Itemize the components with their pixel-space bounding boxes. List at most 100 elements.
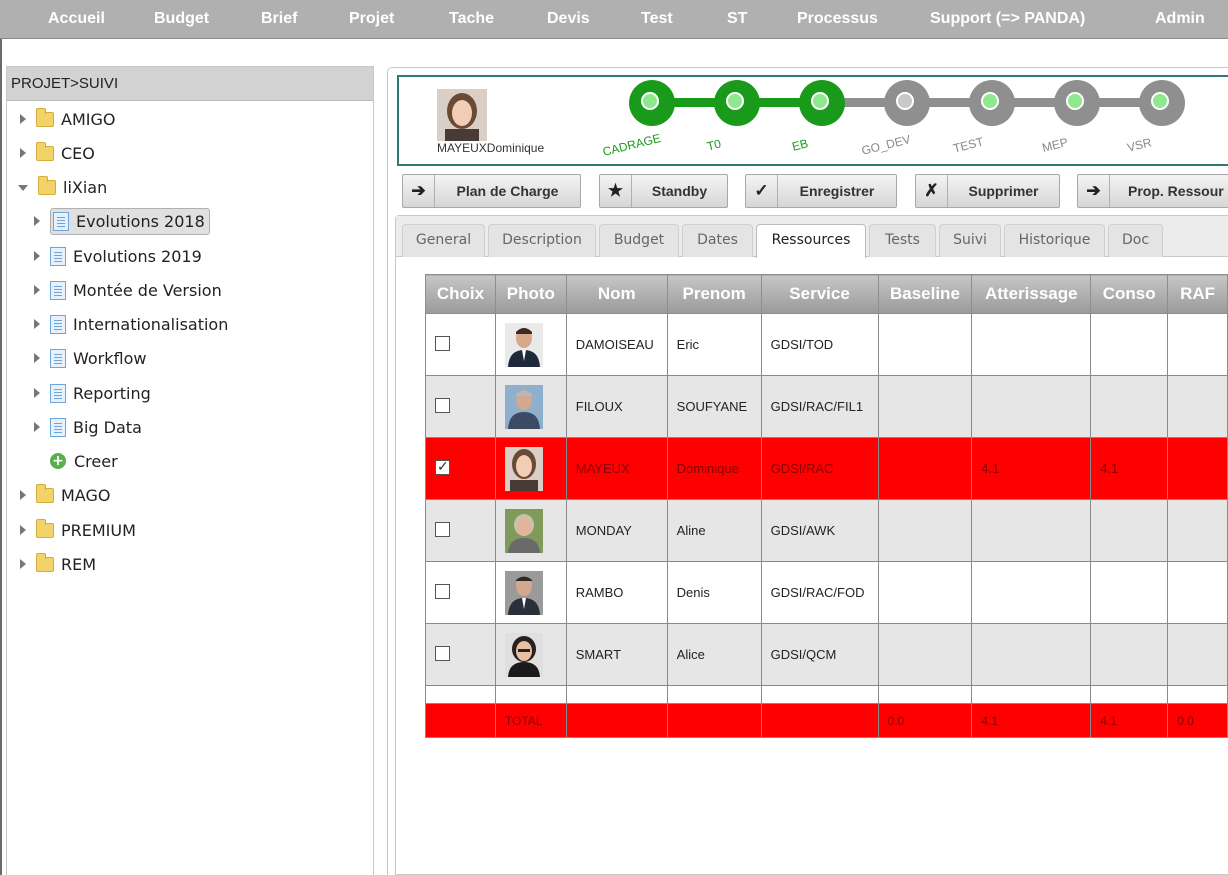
tab-ressources[interactable]: Ressources xyxy=(756,224,866,258)
collapse-arrow-icon[interactable] xyxy=(18,185,28,191)
total-baseline: 0.0 xyxy=(877,703,973,738)
tree-item-mago[interactable]: MAGO xyxy=(20,480,110,510)
tree-item-workflow[interactable]: Workflow xyxy=(34,343,146,373)
nav-devis[interactable]: Devis xyxy=(547,10,590,28)
column-header-prenom[interactable]: Prenom xyxy=(666,274,762,314)
nav-processus[interactable]: Processus xyxy=(797,10,878,28)
tree-item-evolutions-2018[interactable]: Evolutions 2018 xyxy=(34,206,210,236)
service-cell: GDSI/RAC xyxy=(760,437,879,500)
workflow-step-test[interactable] xyxy=(969,80,1015,126)
column-header-baseline[interactable]: Baseline xyxy=(877,274,973,314)
tree-item-rem[interactable]: REM xyxy=(20,549,96,579)
tab-budget[interactable]: Budget xyxy=(599,224,679,257)
expand-arrow-icon[interactable] xyxy=(34,285,40,295)
tree-item-evolutions-2019[interactable]: Evolutions 2019 xyxy=(34,241,202,271)
expand-arrow-icon[interactable] xyxy=(20,490,26,500)
expand-arrow-icon[interactable] xyxy=(20,525,26,535)
photo-cell xyxy=(494,499,567,562)
column-header-conso[interactable]: Conso xyxy=(1090,274,1169,314)
expand-arrow-icon[interactable] xyxy=(34,422,40,432)
folder-icon xyxy=(38,175,56,195)
tab-suivi[interactable]: Suivi xyxy=(939,224,1001,257)
expand-arrow-icon[interactable] xyxy=(20,114,26,124)
column-header-choix[interactable]: Choix xyxy=(425,274,496,314)
select-checkbox[interactable] xyxy=(435,458,450,475)
expand-arrow-icon[interactable] xyxy=(34,251,40,261)
plan-de-charge-button[interactable]: ➔ Plan de Charge xyxy=(402,174,581,208)
select-checkbox[interactable] xyxy=(435,335,450,351)
prop-ressources-button[interactable]: ➔ Prop. Ressour xyxy=(1077,174,1228,208)
standby-button[interactable]: ★ Standby xyxy=(599,174,728,208)
tree-item-big-data[interactable]: Big Data xyxy=(34,412,142,442)
resource-photo xyxy=(504,446,543,491)
workflow-step-vsr[interactable] xyxy=(1139,80,1185,126)
choice-cell xyxy=(425,437,496,500)
table-row[interactable]: SMART Alice GDSI/QCM xyxy=(425,623,1228,686)
nav-admin[interactable]: Admin xyxy=(1155,10,1205,28)
resources-table: Choix Photo Nom Prenom Service Baseline … xyxy=(425,274,1228,738)
nav-test[interactable]: Test xyxy=(641,10,673,28)
service-cell: GDSI/RAC/FOD xyxy=(760,561,879,624)
nav-st[interactable]: ST xyxy=(727,10,747,28)
tree-item-label: PREMIUM xyxy=(61,520,136,540)
table-row[interactable]: FILOUX SOUFYANE GDSI/RAC/FIL1 xyxy=(425,375,1228,438)
tree-item-premium[interactable]: PREMIUM xyxy=(20,515,136,545)
expand-arrow-icon[interactable] xyxy=(20,148,26,158)
table-row[interactable]: RAMBO Denis GDSI/RAC/FOD xyxy=(425,561,1228,624)
expand-arrow-icon[interactable] xyxy=(34,388,40,398)
tab-general[interactable]: General xyxy=(402,224,485,257)
expand-arrow-icon[interactable] xyxy=(34,353,40,363)
nav-accueil[interactable]: Accueil xyxy=(48,10,105,28)
workflow-step-go-dev[interactable] xyxy=(884,80,930,126)
nav-tache[interactable]: Tache xyxy=(449,10,494,28)
tree-item-amigo[interactable]: AMIGO xyxy=(20,104,115,134)
nav-support[interactable]: Support (=> PANDA) xyxy=(930,10,1085,28)
workflow-step-cadrage[interactable] xyxy=(629,80,675,126)
tree-item-montee-de-version[interactable]: Montée de Version xyxy=(34,275,222,305)
tab-doc[interactable]: Doc xyxy=(1108,224,1163,257)
prenom-cell: Alice xyxy=(666,623,762,686)
expand-arrow-icon[interactable] xyxy=(34,319,40,329)
column-header-nom[interactable]: Nom xyxy=(565,274,668,314)
atterissage-cell xyxy=(971,499,1092,562)
workflow-step-t0[interactable] xyxy=(714,80,760,126)
selected-node[interactable]: Evolutions 2018 xyxy=(50,207,210,235)
select-checkbox[interactable] xyxy=(435,645,450,661)
select-checkbox[interactable] xyxy=(435,521,450,537)
expand-arrow-icon[interactable] xyxy=(20,559,26,569)
conso-cell xyxy=(1090,623,1169,686)
tab-tests[interactable]: Tests xyxy=(869,224,936,257)
tree-item-label: Big Data xyxy=(73,417,142,437)
tab-dates[interactable]: Dates xyxy=(682,224,753,257)
atterissage-cell xyxy=(971,375,1092,438)
tree-item-label: Creer xyxy=(74,451,118,471)
nav-budget[interactable]: Budget xyxy=(154,10,209,28)
tab-description[interactable]: Description xyxy=(488,224,596,257)
table-row-selected[interactable]: MAYEUX Dominique GDSI/RAC 4.1 4.1 xyxy=(425,437,1228,500)
tree-item-lixian[interactable]: liXian xyxy=(18,172,107,202)
tab-historique[interactable]: Historique xyxy=(1004,224,1105,257)
supprimer-button[interactable]: ✗ Supprimer xyxy=(915,174,1060,208)
tree-item-internationalisation[interactable]: Internationalisation xyxy=(34,309,228,339)
table-row[interactable]: DAMOISEAU Eric GDSI/TOD xyxy=(425,313,1228,376)
expand-arrow-icon[interactable] xyxy=(34,216,40,226)
owner-name: MAYEUXDominique xyxy=(437,141,545,155)
nav-projet[interactable]: Projet xyxy=(349,10,394,28)
column-header-service[interactable]: Service xyxy=(760,274,879,314)
workflow-step-mep[interactable] xyxy=(1054,80,1100,126)
select-checkbox[interactable] xyxy=(435,397,450,413)
column-header-photo[interactable]: Photo xyxy=(494,274,567,314)
workflow-step-eb[interactable] xyxy=(799,80,845,126)
document-icon xyxy=(50,280,66,300)
total-conso: 4.1 xyxy=(1090,703,1169,738)
table-row[interactable]: MONDAY Aline GDSI/AWK xyxy=(425,499,1228,562)
column-header-atterissage[interactable]: Atterissage xyxy=(971,274,1092,314)
nav-brief[interactable]: Brief xyxy=(261,10,297,28)
enregistrer-button[interactable]: ✓ Enregistrer xyxy=(745,174,897,208)
atterissage-cell xyxy=(971,623,1092,686)
tree-item-creer[interactable]: + Creer xyxy=(34,446,118,476)
tree-item-ceo[interactable]: CEO xyxy=(20,138,95,168)
select-checkbox[interactable] xyxy=(435,583,450,599)
tree-item-reporting[interactable]: Reporting xyxy=(34,378,151,408)
column-header-raf[interactable]: RAF xyxy=(1167,274,1228,314)
